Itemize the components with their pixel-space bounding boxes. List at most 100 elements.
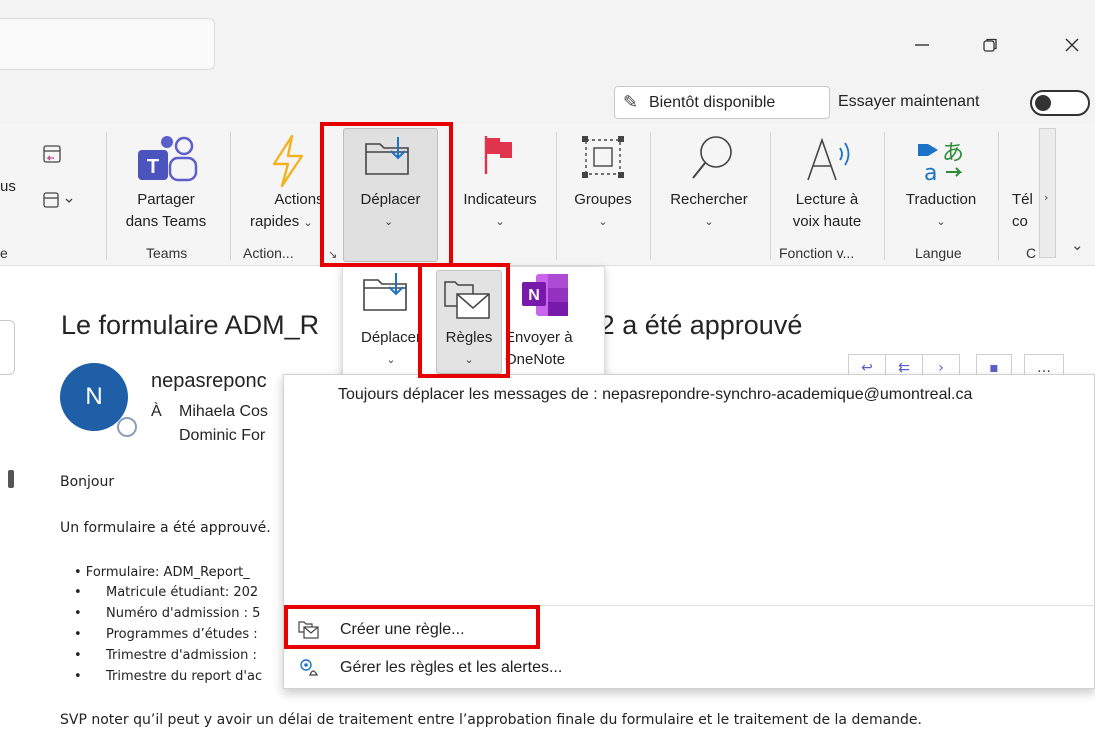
manage-rules-menu-item[interactable]: Gérer les règles et les alertes...: [340, 659, 562, 677]
presence-status-icon: [117, 417, 137, 437]
svg-text:a: a: [924, 161, 937, 182]
recipient-2[interactable]: Dominic For: [179, 427, 265, 445]
read-label-2: voix haute: [792, 213, 862, 230]
group-expand-icon[interactable]: ↘: [328, 248, 337, 261]
email-greeting: Bonjour: [60, 474, 115, 490]
bullet-item: • Programmes d’études :: [74, 627, 258, 642]
groups-button[interactable]: Groupes ⌄: [560, 189, 646, 233]
flags-button[interactable]: Indicateurs ⌄: [448, 189, 552, 233]
bullet-item: • Matricule étudiant: 202: [74, 585, 259, 600]
sender-name[interactable]: nepasreponc: [151, 370, 267, 393]
chevron-down-icon: ⌄: [936, 215, 946, 228]
ribbon-partial-right[interactable]: Tél co: [1012, 189, 1038, 233]
submenu-move-label: Déplacer: [360, 329, 422, 346]
move-folder-icon: [362, 272, 414, 317]
left-panel-fragment: [0, 320, 15, 375]
send-onenote-button[interactable]: Envoyer à OneNote: [505, 327, 600, 371]
try-now-label: Essayer maintenant: [838, 93, 980, 110]
partial-right-label-1: Tél: [1012, 191, 1033, 208]
read-aloud-button[interactable]: Lecture à voix haute: [774, 189, 880, 233]
ribbon-partial-left-group: e: [0, 245, 8, 261]
restore-button[interactable]: [970, 28, 1010, 62]
chevron-down-icon: ⌄: [303, 216, 313, 229]
svg-text:T: T: [147, 156, 159, 178]
ribbon-separator: [884, 132, 885, 260]
ribbon-separator: [106, 132, 107, 260]
manage-rules-icon: [298, 657, 320, 684]
translate-group-label: Langue: [915, 245, 962, 261]
minimize-icon: [915, 44, 929, 46]
rules-icon: [443, 276, 493, 325]
create-rule-menu-item[interactable]: Créer une règle...: [340, 621, 465, 639]
email-subject-left: Le formulaire ADM_R: [61, 310, 320, 340]
menu-divider: [284, 605, 1095, 606]
chevron-right-icon: ›: [1044, 191, 1049, 204]
rules-label: Règles: [445, 329, 493, 346]
ribbon-separator: [770, 132, 771, 260]
quick-label-2: rapides: [250, 213, 300, 230]
always-move-menu-item[interactable]: Toujours déplacer les messages de : nepa…: [338, 386, 1095, 404]
move-label: Déplacer: [360, 191, 421, 208]
ribbon-separator: [230, 132, 231, 260]
teams-group-label: Teams: [146, 245, 188, 261]
minimize-button[interactable]: [902, 28, 942, 62]
restore-icon: [983, 38, 997, 52]
bullet-item: • Trimestre d'admission :: [74, 648, 257, 663]
ribbon-separator: [998, 132, 999, 260]
teams-button[interactable]: Partager dans Teams: [110, 189, 222, 233]
svg-text:あ: あ: [942, 141, 964, 166]
coming-soon-button[interactable]: ✎ Bientôt disponible: [614, 86, 830, 119]
recipient-1[interactable]: Mihaela Cos: [179, 403, 268, 421]
partial-right-label-2: co: [1012, 213, 1028, 230]
move-folder-icon: [364, 136, 416, 181]
translate-label: Traduction: [905, 191, 977, 208]
read-aloud-icon: [804, 134, 856, 189]
calendar-reply-icon[interactable]: [42, 142, 64, 171]
partial-right-group: C: [1026, 245, 1037, 261]
flag-icon: [482, 134, 516, 181]
bullet-item: • Trimestre du report d'ac: [74, 669, 263, 684]
teams-label-2: dans Teams: [125, 213, 207, 230]
close-button[interactable]: [1052, 28, 1092, 62]
chevron-down-icon: ⌄: [464, 353, 474, 366]
to-label: À: [151, 403, 162, 420]
teams-label-1: Partager: [137, 191, 195, 208]
quick-label-1: Actions: [274, 191, 324, 208]
ribbon-partial-left-label: us: [0, 178, 16, 195]
ribbon-collapse-chevron-icon[interactable]: ⌄: [1071, 236, 1084, 254]
search-label: Rechercher: [670, 191, 748, 208]
quick-actions-button[interactable]: Actions rapides ⌄: [240, 189, 340, 234]
ribbon-separator: [556, 132, 557, 260]
flags-label: Indicateurs: [463, 191, 537, 208]
close-icon: [1065, 38, 1079, 52]
left-panel-scrollbar[interactable]: [8, 470, 14, 488]
svg-text:N: N: [528, 287, 540, 304]
chevron-down-icon: ⌄: [386, 353, 396, 366]
read-label-1: Lecture à: [795, 191, 859, 208]
chevron-down-icon: ⌄: [598, 215, 608, 228]
rules-menu: [283, 374, 1095, 689]
ribbon-scroll-button[interactable]: ›: [1039, 128, 1056, 258]
rules-label-wrap: Règles ⌄: [436, 327, 502, 371]
calendar-options-button[interactable]: [42, 190, 78, 217]
try-now-toggle[interactable]: [1030, 90, 1090, 116]
groups-icon: [580, 134, 626, 185]
coming-soon-label: Bientôt disponible: [649, 93, 776, 111]
toggle-knob: [1035, 95, 1051, 111]
onenote-icon: N: [518, 272, 574, 323]
bullet-item: • Formulaire: ADM_Report_: [74, 565, 250, 580]
search-button[interactable]: Rechercher ⌄: [654, 189, 764, 233]
translate-icon: aあ: [916, 136, 970, 187]
onenote-label-2: OneNote: [505, 351, 566, 368]
submenu-move-button[interactable]: Déplacer ⌄: [346, 327, 436, 371]
calendar-more-icon: [43, 192, 73, 208]
magic-wand-icon: ✎: [623, 92, 639, 113]
quick-group-label: Action...: [243, 245, 294, 261]
search-input[interactable]: [0, 18, 215, 70]
email-footer: SVP noter qu’il peut y avoir un délai de…: [60, 712, 922, 728]
translate-button[interactable]: Traduction ⌄: [888, 189, 994, 233]
chevron-down-icon: ⌄: [495, 215, 505, 228]
groups-label: Groupes: [574, 191, 632, 208]
onenote-label-1: Envoyer à: [505, 329, 573, 346]
lightning-icon: [268, 134, 308, 193]
